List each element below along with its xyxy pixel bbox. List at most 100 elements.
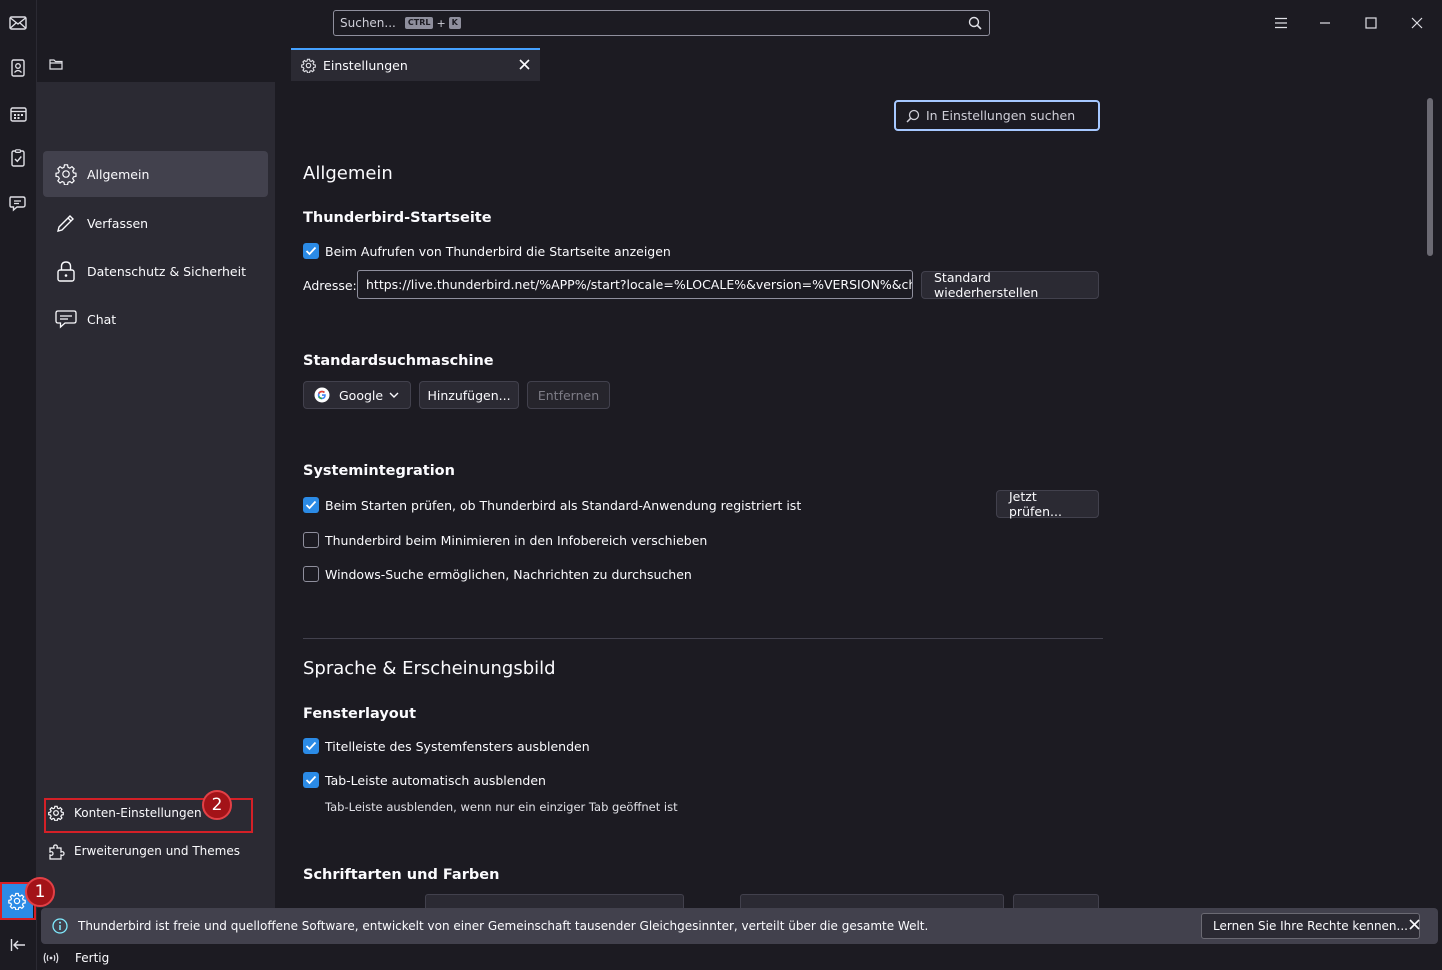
category-chat[interactable]: Chat — [43, 296, 268, 342]
font-select[interactable] — [425, 894, 684, 908]
windows-search-label: Windows-Suche ermöglichen, Nachrichten z… — [325, 566, 692, 582]
default-app-checkbox[interactable] — [303, 497, 319, 513]
default-app-label: Beim Starten prüfen, ob Thunderbird als … — [325, 497, 802, 513]
mail-icon — [9, 16, 27, 30]
settings-search-input[interactable]: In Einstellungen suchen — [894, 100, 1100, 131]
hamburger-menu-icon — [1275, 17, 1287, 29]
addons-label: Erweiterungen und Themes — [74, 844, 240, 858]
category-datenschutz[interactable]: Datenschutz & Sicherheit — [43, 248, 268, 294]
checkmark-icon — [305, 775, 317, 785]
address-book-space-button[interactable] — [4, 54, 32, 82]
add-searchengine-button[interactable]: Hinzufügen... — [419, 381, 519, 409]
category-verfassen[interactable]: Verfassen — [43, 200, 268, 246]
default-app-check-row[interactable]: Beim Starten prüfen, ob Thunderbird als … — [303, 497, 801, 513]
tab-label: Einstellungen — [323, 58, 408, 73]
tab-gear-icon — [301, 58, 316, 73]
searchengine-heading: Standardsuchmaschine — [303, 353, 494, 369]
status-text: Fertig — [75, 951, 110, 965]
hide-titlebar-checkbox[interactable] — [303, 738, 319, 754]
startpage-heading: Thunderbird-Startseite — [303, 210, 492, 226]
section-title-appearance: Sprache & Erscheinungsbild — [303, 658, 556, 679]
thunderbird-window: Suchen... CTRL + K Einstellungen Allgeme… — [0, 0, 1442, 970]
startpage-checkbox-label: Beim Aufrufen von Thunderbird die Starts… — [325, 243, 671, 259]
autohide-tabbar-label: Tab-Leiste automatisch ausblenden — [325, 772, 546, 788]
restore-default-button[interactable]: Standard wiederherstellen — [921, 270, 1099, 300]
addons-link[interactable]: Erweiterungen und Themes — [47, 837, 240, 865]
minimize-tray-row[interactable]: Thunderbird beim Minimieren in den Infob… — [303, 532, 707, 548]
minimize-tray-label: Thunderbird beim Minimieren in den Infob… — [325, 532, 708, 548]
searchengine-select[interactable]: Google — [303, 381, 411, 409]
search-icon — [968, 16, 982, 30]
know-your-rights-button[interactable]: Lernen Sie Ihre Rechte kennen... — [1201, 913, 1420, 939]
collapse-left-icon — [10, 939, 25, 951]
info-icon — [52, 918, 68, 934]
startpage-checkbox-row[interactable]: Beim Aufrufen von Thunderbird die Starts… — [303, 243, 671, 259]
mail-space-button[interactable] — [4, 9, 32, 37]
pencil-icon — [55, 212, 77, 234]
spaces-toolbar — [0, 0, 37, 970]
check-now-button[interactable]: Jetzt prüfen... — [996, 489, 1099, 519]
maximize-icon — [1365, 17, 1377, 29]
category-allgemein[interactable]: Allgemein — [43, 151, 268, 197]
hide-titlebar-label: Titelleiste des Systemfensters ausblende… — [325, 738, 590, 754]
collapse-spaces-button[interactable] — [4, 931, 32, 959]
tasks-space-button[interactable] — [4, 144, 32, 172]
global-search-placeholder: Suchen... — [340, 16, 396, 30]
online-status-icon[interactable] — [43, 952, 59, 964]
category-label: Allgemein — [87, 166, 150, 182]
notification-bar: Thunderbird ist freie und quelloffene So… — [41, 908, 1438, 944]
kbd-ctrl: CTRL — [404, 17, 434, 29]
scrollbar-thumb[interactable] — [1427, 98, 1433, 256]
chevron-down-icon — [389, 392, 399, 399]
checkmark-icon — [305, 741, 317, 751]
address-book-icon — [11, 59, 25, 77]
search-icon — [906, 109, 920, 123]
section-title-allgemein: Allgemein — [303, 163, 393, 184]
autohide-tabbar-row[interactable]: Tab-Leiste automatisch ausblenden — [303, 772, 546, 788]
hide-titlebar-row[interactable]: Titelleiste des Systemfensters ausblende… — [303, 738, 590, 754]
autohide-tabbar-checkbox[interactable] — [303, 772, 319, 788]
remove-searchengine-button[interactable]: Entfernen — [527, 381, 610, 409]
minimize-tray-checkbox[interactable] — [303, 532, 319, 548]
category-label: Verfassen — [87, 215, 149, 231]
minimize-button[interactable] — [1310, 8, 1340, 38]
chat-space-button[interactable] — [4, 189, 32, 217]
category-label: Chat — [87, 311, 117, 327]
startpage-checkbox[interactable] — [303, 243, 319, 259]
settings-content: In Einstellungen suchen Allgemein Thunde… — [275, 82, 1442, 908]
address-label: Adresse: — [303, 278, 357, 293]
maximize-button[interactable] — [1356, 8, 1386, 38]
windows-search-checkbox[interactable] — [303, 566, 319, 582]
fonts-heading: Schriftarten und Farben — [303, 867, 500, 883]
font-size-select[interactable] — [740, 894, 1004, 908]
notification-close-button[interactable] — [1409, 919, 1420, 930]
tab-einstellungen[interactable]: Einstellungen — [291, 48, 540, 81]
category-label: Datenschutz & Sicherheit — [87, 263, 246, 279]
kbd-plus: + — [436, 16, 446, 30]
close-window-button[interactable] — [1402, 8, 1432, 38]
minimize-icon — [1320, 22, 1330, 24]
advanced-fonts-button[interactable] — [1013, 894, 1099, 908]
status-bar: Fertig — [37, 946, 1442, 970]
notification-text: Thunderbird ist freie und quelloffene So… — [78, 919, 929, 933]
google-icon — [314, 387, 330, 403]
section-divider — [303, 638, 1103, 639]
calendar-space-button[interactable] — [4, 100, 32, 128]
folder-tab-button[interactable] — [49, 58, 63, 70]
app-menu-button[interactable] — [1266, 8, 1296, 38]
tab-close-button[interactable] — [519, 59, 530, 70]
kbd-k: K — [448, 17, 461, 29]
annotation-badge-2: 2 — [202, 790, 232, 820]
close-icon — [1409, 919, 1420, 930]
system-heading: Systemintegration — [303, 463, 455, 479]
global-search-input[interactable]: Suchen... CTRL + K — [333, 10, 990, 36]
settings-sidebar: Allgemein Verfassen Datenschutz & Sicher… — [37, 82, 275, 908]
startpage-address-input[interactable]: https://live.thunderbird.net/%APP%/start… — [357, 270, 913, 299]
close-icon — [1411, 17, 1423, 29]
window-layout-heading: Fensterlayout — [303, 706, 416, 722]
tasks-icon — [11, 149, 25, 167]
searchengine-selected: Google — [339, 387, 384, 403]
chat-bubble-icon — [9, 195, 26, 212]
tab-bar — [37, 46, 1442, 82]
windows-search-row[interactable]: Windows-Suche ermöglichen, Nachrichten z… — [303, 566, 692, 582]
